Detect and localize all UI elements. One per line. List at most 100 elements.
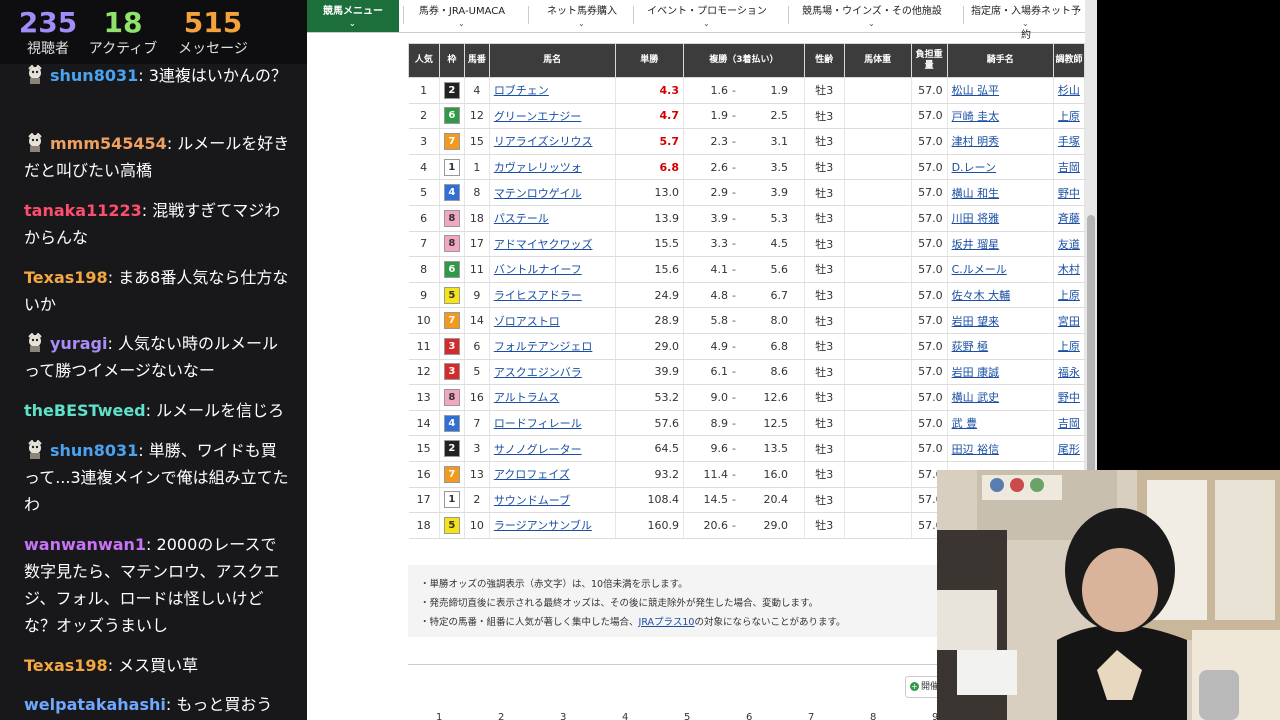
chat-username[interactable]: welpatakahashi [24,695,166,714]
horse-name-link[interactable]: アドマイヤクワッズ [489,231,616,258]
horse-name-link[interactable]: ゾロアストロ [489,307,616,334]
horse-name-link[interactable]: リアライズシリウス [489,128,616,155]
horse-name-link[interactable]: サウンドムーブ [489,487,616,514]
jockey-link[interactable]: 横山 和生 [947,179,1054,206]
trainer-link[interactable]: 野中 [1053,179,1085,206]
trainer-link[interactable]: 吉岡 [1053,410,1085,437]
place-odds-cell: 1.9-2.5 [683,103,805,130]
waku-badge: 3 [443,363,460,381]
horse-name-link[interactable]: フォルテアンジェロ [489,333,616,360]
horse-name-link[interactable]: ラージアンサンブル [489,512,616,539]
trainer-link[interactable]: 上原 [1053,103,1085,130]
pager-item[interactable]: 1 [436,712,442,720]
waku-badge: 7 [443,132,460,150]
chat-username[interactable]: theBESTweed [24,401,146,420]
column-header: 調教師 [1052,43,1085,78]
chevron-down-icon: ⌄ [458,19,465,28]
horse-name-link[interactable]: グリーンエナジー [489,103,616,130]
chat-username[interactable]: mmm545454 [50,134,167,153]
pager-item[interactable]: 8 [870,712,876,720]
nav-item[interactable]: 競馬場・ウインズ・その他施設 ⌄ [792,0,952,32]
jockey-link[interactable]: 荻野 極 [947,333,1054,360]
win-odds-cell: 57.6 [615,410,685,437]
jockey-link[interactable]: 佐々木 大輔 [947,282,1054,309]
nav-item[interactable]: 指定席・入場券ネット予約 ⌄ [967,0,1085,41]
trainer-link[interactable]: 上原 [1053,282,1085,309]
plus-circle-icon: + [910,682,919,691]
active-label: アクティブ [88,41,158,57]
jockey-link[interactable]: 坂井 瑠星 [947,231,1054,258]
pager-item[interactable]: 6 [746,712,752,720]
horse-name-link[interactable]: ロブチェン [489,77,616,104]
pager-item[interactable]: 7 [808,712,814,720]
jockey-link[interactable]: 横山 武史 [947,384,1054,411]
jockey-link[interactable]: C.ルメール [947,256,1054,283]
chat-username[interactable]: yuragi [50,334,107,353]
jockey-link[interactable]: 川田 将雅 [947,205,1054,232]
chevron-down-icon: ⌄ [703,19,710,28]
burden-weight-cell: 57.0 [911,410,948,437]
jockey-link[interactable]: 武 豊 [947,410,1054,437]
chat-username[interactable]: Texas198 [24,268,108,287]
jra-plus10-link[interactable]: JRAプラス10 [639,617,695,628]
jockey-link[interactable]: 岩田 望来 [947,307,1054,334]
chat-username[interactable]: tanaka11223 [24,201,142,220]
horse-name-link[interactable]: マテンロウゲイル [489,179,616,206]
horse-name-link[interactable]: アルトラムス [489,384,616,411]
chat-username[interactable]: shun8031 [50,66,138,85]
trainer-link[interactable]: 上原 [1053,333,1085,360]
nav-item[interactable]: ネット馬券購入 ⌄ [532,0,632,32]
horse-name-link[interactable]: バントルナイーフ [489,256,616,283]
trainer-link[interactable]: 尾形 [1053,435,1085,462]
horse-name-link[interactable]: アクロフェイズ [489,461,616,488]
body-weight-cell [844,231,912,258]
nav-item[interactable]: イベント・プロモーション ⌄ [637,0,777,32]
trainer-link[interactable]: 吉岡 [1053,154,1085,181]
nav-separator [528,6,529,24]
win-odds-cell: 13.0 [615,179,685,206]
nav-item[interactable]: 馬券・JRA-UMACA ⌄ [407,0,517,32]
trainer-link[interactable]: 野中 [1053,384,1085,411]
jockey-link[interactable]: D.レーン [947,154,1054,181]
horse-name-link[interactable]: ライヒスアドラー [489,282,616,309]
trainer-link[interactable]: 斉藤 [1053,205,1085,232]
horse-number-cell: 2 [464,487,490,514]
trainer-link[interactable]: 友道 [1053,231,1085,258]
place-odds-cell: 2.6-3.5 [683,154,805,181]
horse-name-link[interactable]: ロードフィレール [489,410,616,437]
trainer-link[interactable]: 木村 [1053,256,1085,283]
horse-name-link[interactable]: カヴァレリッツォ [489,154,616,181]
jockey-link[interactable]: 松山 弘平 [947,77,1054,104]
trainer-link[interactable]: 手塚 [1053,128,1085,155]
trainer-link[interactable]: 福永 [1053,359,1085,386]
nav-item[interactable]: 競馬メニュー ⌄ [307,0,399,32]
win-odds-cell: 4.7 [615,103,685,130]
trainer-link[interactable]: 宮田 [1053,307,1085,334]
column-header: 単勝 [614,43,685,78]
sex-age-cell: 牡3 [804,231,845,258]
chat-username[interactable]: wanwanwan1 [24,535,146,554]
jockey-link[interactable]: 田辺 裕信 [947,435,1054,462]
pager-item[interactable]: 3 [560,712,566,720]
jockey-link[interactable]: 岩田 康誠 [947,359,1054,386]
body-weight-cell [844,154,912,181]
trainer-link[interactable]: 杉山 [1053,77,1085,104]
jockey-link[interactable]: 津村 明秀 [947,128,1054,155]
horse-name-link[interactable]: パステール [489,205,616,232]
jockey-link[interactable]: 戸崎 圭太 [947,103,1054,130]
burden-weight-cell: 57.0 [911,333,948,360]
horse-name-link[interactable]: サノノグレーター [489,435,616,462]
win-odds-cell: 160.9 [615,512,685,539]
scroll-thumb[interactable] [1087,215,1095,495]
pager-item[interactable]: 2 [498,712,504,720]
pager-item[interactable]: 4 [622,712,628,720]
chat-username[interactable]: shun8031 [50,441,138,460]
column-header: 馬番 [463,43,490,78]
popularity-cell: 7 [408,231,440,258]
chat-username[interactable]: Texas198 [24,656,108,675]
popularity-cell: 17 [408,487,440,514]
waku-cell: 8 [439,384,465,411]
horse-name-link[interactable]: アスクエジンバラ [489,359,616,386]
pager-item[interactable]: 5 [684,712,690,720]
popularity-cell: 1 [408,77,440,104]
